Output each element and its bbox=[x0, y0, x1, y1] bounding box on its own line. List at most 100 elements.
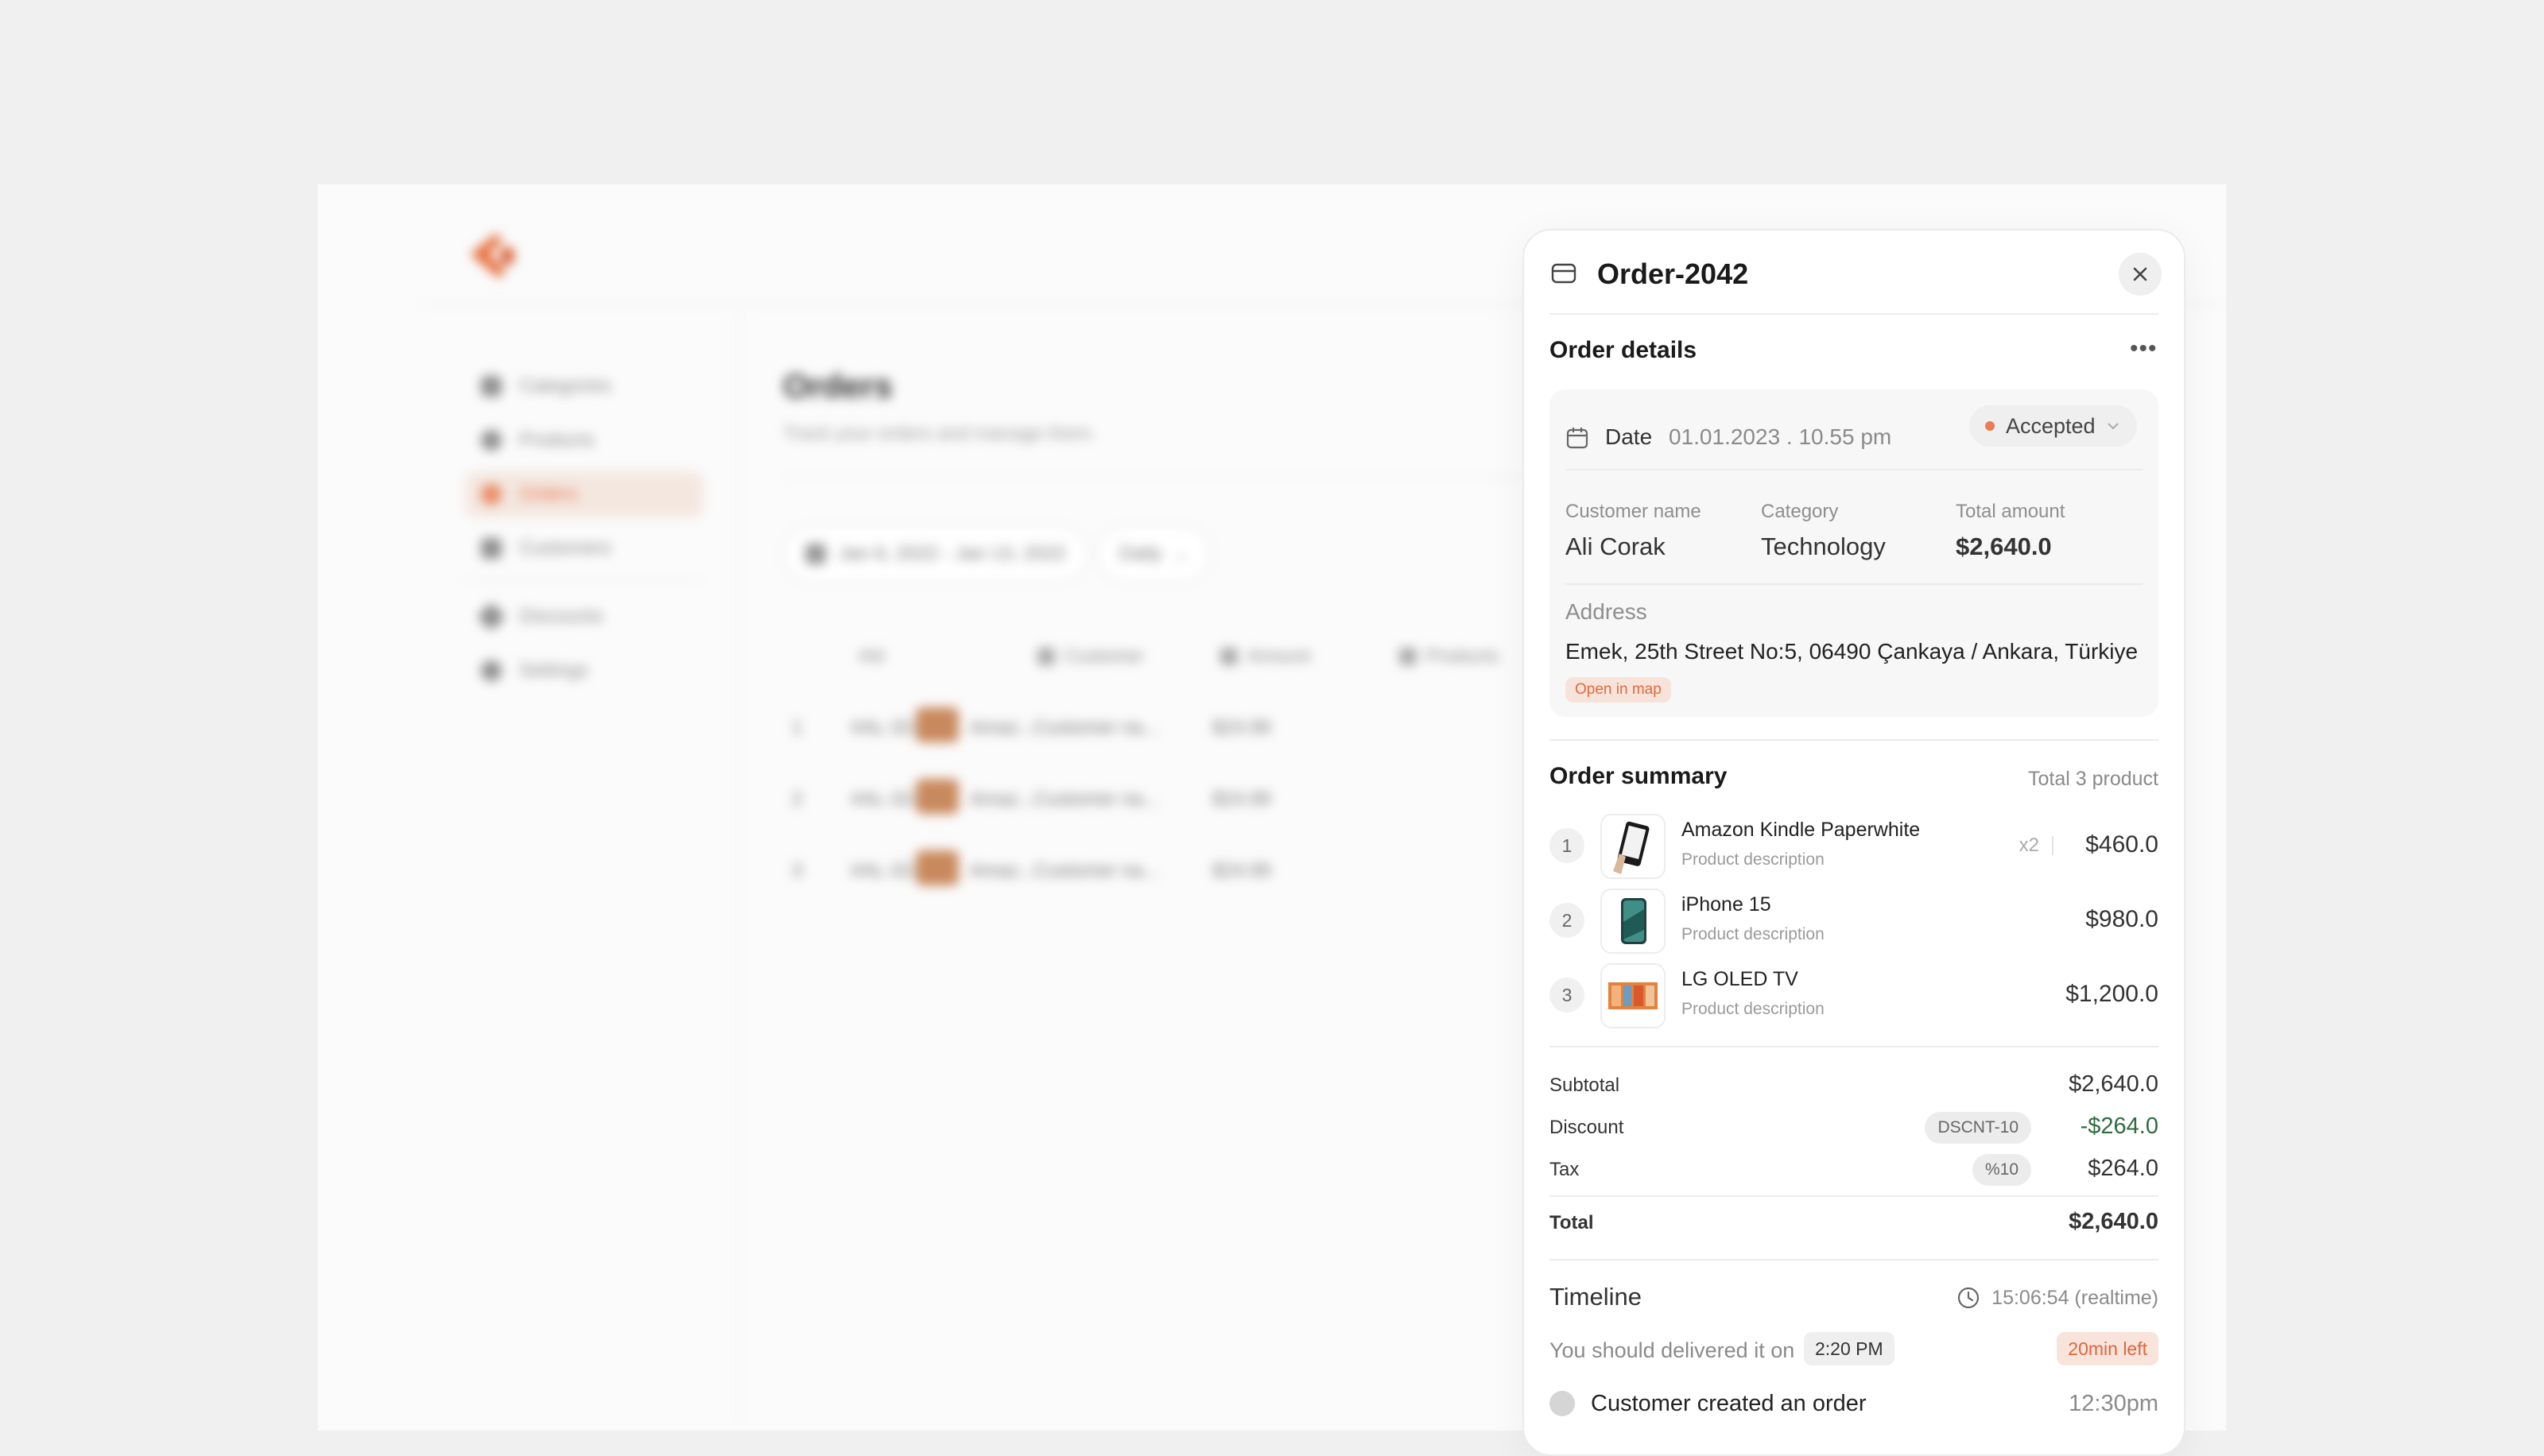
kindle-thumb bbox=[1600, 814, 1666, 879]
row-amount: $24.99 bbox=[1212, 717, 1271, 738]
period-select[interactable]: Daily ⌄ bbox=[1097, 526, 1212, 582]
iphone-thumb bbox=[1600, 889, 1666, 954]
row-number: 3 bbox=[792, 860, 803, 881]
discounts-icon bbox=[476, 602, 506, 632]
row-amount: $24.99 bbox=[1212, 788, 1271, 810]
item-index: 2 bbox=[1549, 903, 1584, 938]
sidebar-item-customers[interactable]: Customers bbox=[465, 525, 704, 571]
sidebar-item-orders[interactable]: Orders bbox=[465, 471, 704, 517]
box-icon bbox=[1551, 263, 1576, 284]
sidebar-divider bbox=[739, 312, 741, 1424]
section-divider bbox=[1549, 1046, 2158, 1047]
customer-icon bbox=[1037, 647, 1055, 665]
title-divider bbox=[1549, 313, 2158, 315]
sidebar-item-products[interactable]: Products bbox=[465, 417, 704, 463]
timeline-event-label: Customer created an order bbox=[1591, 1391, 1867, 1416]
close-button[interactable] bbox=[2119, 253, 2162, 296]
products-icon bbox=[1399, 647, 1417, 665]
address-label: Address bbox=[1565, 599, 1647, 624]
column-header-label: Amount bbox=[1247, 645, 1311, 666]
column-header-amount[interactable]: Amount bbox=[1220, 645, 1310, 667]
subtotal-row: Subtotal $2,640.0 bbox=[1549, 1067, 2158, 1106]
status-dropdown[interactable]: Accepted bbox=[1969, 405, 2137, 447]
product-quantity: x2 bbox=[2019, 834, 2039, 856]
title-divider bbox=[783, 477, 1578, 478]
sidebar-item-label: Customers bbox=[519, 537, 612, 559]
open-in-map-link[interactable]: Open in map bbox=[1565, 677, 1671, 703]
discount-value: -$264.0 bbox=[2080, 1113, 2158, 1139]
total-label: Total bbox=[1549, 1212, 1594, 1233]
row-customer: Customer na... bbox=[1034, 788, 1159, 810]
calendar-icon bbox=[805, 544, 826, 564]
category-value: Technology bbox=[1761, 532, 1886, 560]
category-label: Category bbox=[1761, 501, 1839, 522]
product-description: Product description bbox=[1681, 925, 1825, 943]
row-number: 2 bbox=[792, 788, 803, 810]
product-thumb bbox=[916, 707, 959, 742]
page-subtitle: Track your orders and manage them. bbox=[783, 423, 1096, 444]
total-row: Total $2,640.0 bbox=[1549, 1204, 2158, 1244]
brand-logo-icon bbox=[471, 234, 514, 278]
sidebar-item-label: Discounts bbox=[519, 606, 603, 627]
amount-icon bbox=[1220, 647, 1238, 665]
sidebar-item-settings[interactable]: Settings bbox=[465, 648, 704, 694]
table-row[interactable]: 1 #AL-3245 Customer na... $24.99 Amaz... bbox=[779, 693, 1542, 761]
column-header-id[interactable]: #Id bbox=[859, 645, 884, 667]
discount-row: Discount DSCNT-10 -$264.0 bbox=[1549, 1109, 2158, 1148]
order-item[interactable]: 2 iPhone 15 Product description $980.0 bbox=[1549, 889, 2158, 954]
product-price: $1,200.0 bbox=[2065, 981, 2158, 1007]
calendar-icon bbox=[1566, 428, 1588, 449]
customer-name-value: Ali Corak bbox=[1565, 532, 1666, 560]
more-options-icon[interactable]: ••• bbox=[2130, 335, 2158, 362]
table-row[interactable]: 2 #AL-3245 Customer na... $24.99 Amaz... bbox=[779, 765, 1542, 833]
column-header-label: #Id bbox=[859, 645, 884, 666]
tax-rate-badge: %10 bbox=[1972, 1154, 2031, 1186]
sidebar-nav: Categories Products Orders Customers Dis… bbox=[465, 363, 704, 702]
sidebar-item-categories[interactable]: Categories bbox=[465, 363, 704, 409]
total-amount-value: $2,640.0 bbox=[1956, 532, 2052, 560]
sidebar-item-label: Categories bbox=[519, 375, 612, 397]
column-header-products[interactable]: Products bbox=[1399, 645, 1499, 667]
sidebar-item-label: Orders bbox=[519, 483, 578, 505]
sidebar-item-label: Settings bbox=[519, 660, 588, 681]
order-item[interactable]: 3 LG OLED TV Product description $1,200.… bbox=[1549, 963, 2158, 1028]
row-product: Amaz... bbox=[970, 788, 1035, 810]
item-index: 3 bbox=[1549, 978, 1584, 1013]
row-product: Amaz... bbox=[970, 717, 1035, 738]
discount-label: Discount bbox=[1549, 1117, 1624, 1138]
address-value: Emek, 25th Street No:5, 06490 Çankaya / … bbox=[1565, 639, 2139, 664]
total-value: $2,640.0 bbox=[2069, 1209, 2158, 1234]
sidebar-item-discounts[interactable]: Discounts bbox=[465, 594, 704, 640]
date-value: 01.01.2023 . 10.55 pm bbox=[1669, 424, 1892, 449]
sidebar-item-label: Products bbox=[519, 429, 595, 451]
timeline-heading: Timeline bbox=[1549, 1283, 1642, 1311]
categories-icon bbox=[481, 376, 502, 397]
row-customer: Customer na... bbox=[1034, 860, 1159, 881]
order-details-card: Date 01.01.2023 . 10.55 pm Accepted Cust… bbox=[1549, 389, 2158, 717]
date-range-picker[interactable]: Jan 6, 2022 - Jan 13, 2022 bbox=[783, 526, 1088, 582]
card-divider bbox=[1565, 583, 2143, 585]
time-left-badge: 20min left bbox=[2057, 1332, 2158, 1365]
clock-icon bbox=[1958, 1287, 1980, 1309]
discount-code-badge: DSCNT-10 bbox=[1925, 1112, 2031, 1144]
column-header-customer[interactable]: Customer bbox=[1037, 645, 1144, 667]
order-details-heading: Order details bbox=[1549, 337, 1697, 363]
realtime-value: 15:06:54 (realtime) bbox=[1991, 1286, 2158, 1309]
table-row[interactable]: 3 #AL-3245 Customer na... $24.99 Amaz... bbox=[779, 836, 1542, 904]
product-name: iPhone 15 bbox=[1681, 893, 1771, 916]
order-summary-heading: Order summary bbox=[1549, 763, 1728, 789]
totals-divider bbox=[1549, 1195, 2158, 1197]
column-header-label: Products bbox=[1426, 645, 1499, 666]
row-customer: Customer na... bbox=[1034, 717, 1159, 738]
row-amount: $24.99 bbox=[1212, 860, 1271, 881]
realtime-clock: 15:06:54 (realtime) bbox=[1956, 1286, 2158, 1310]
order-item[interactable]: 1 Amazon Kindle Paperwhite Product descr… bbox=[1549, 814, 2158, 879]
chevron-down-icon: ⌄ bbox=[1173, 543, 1189, 565]
tax-label: Tax bbox=[1549, 1159, 1580, 1180]
tv-thumb bbox=[1600, 963, 1666, 1028]
tax-row: Tax %10 $264.0 bbox=[1549, 1151, 2158, 1191]
timeline-event-time: 12:30pm bbox=[2069, 1391, 2158, 1416]
product-price: $980.0 bbox=[2085, 906, 2158, 932]
customer-name-label: Customer name bbox=[1565, 501, 1701, 522]
status-label: Accepted bbox=[2006, 413, 2096, 438]
